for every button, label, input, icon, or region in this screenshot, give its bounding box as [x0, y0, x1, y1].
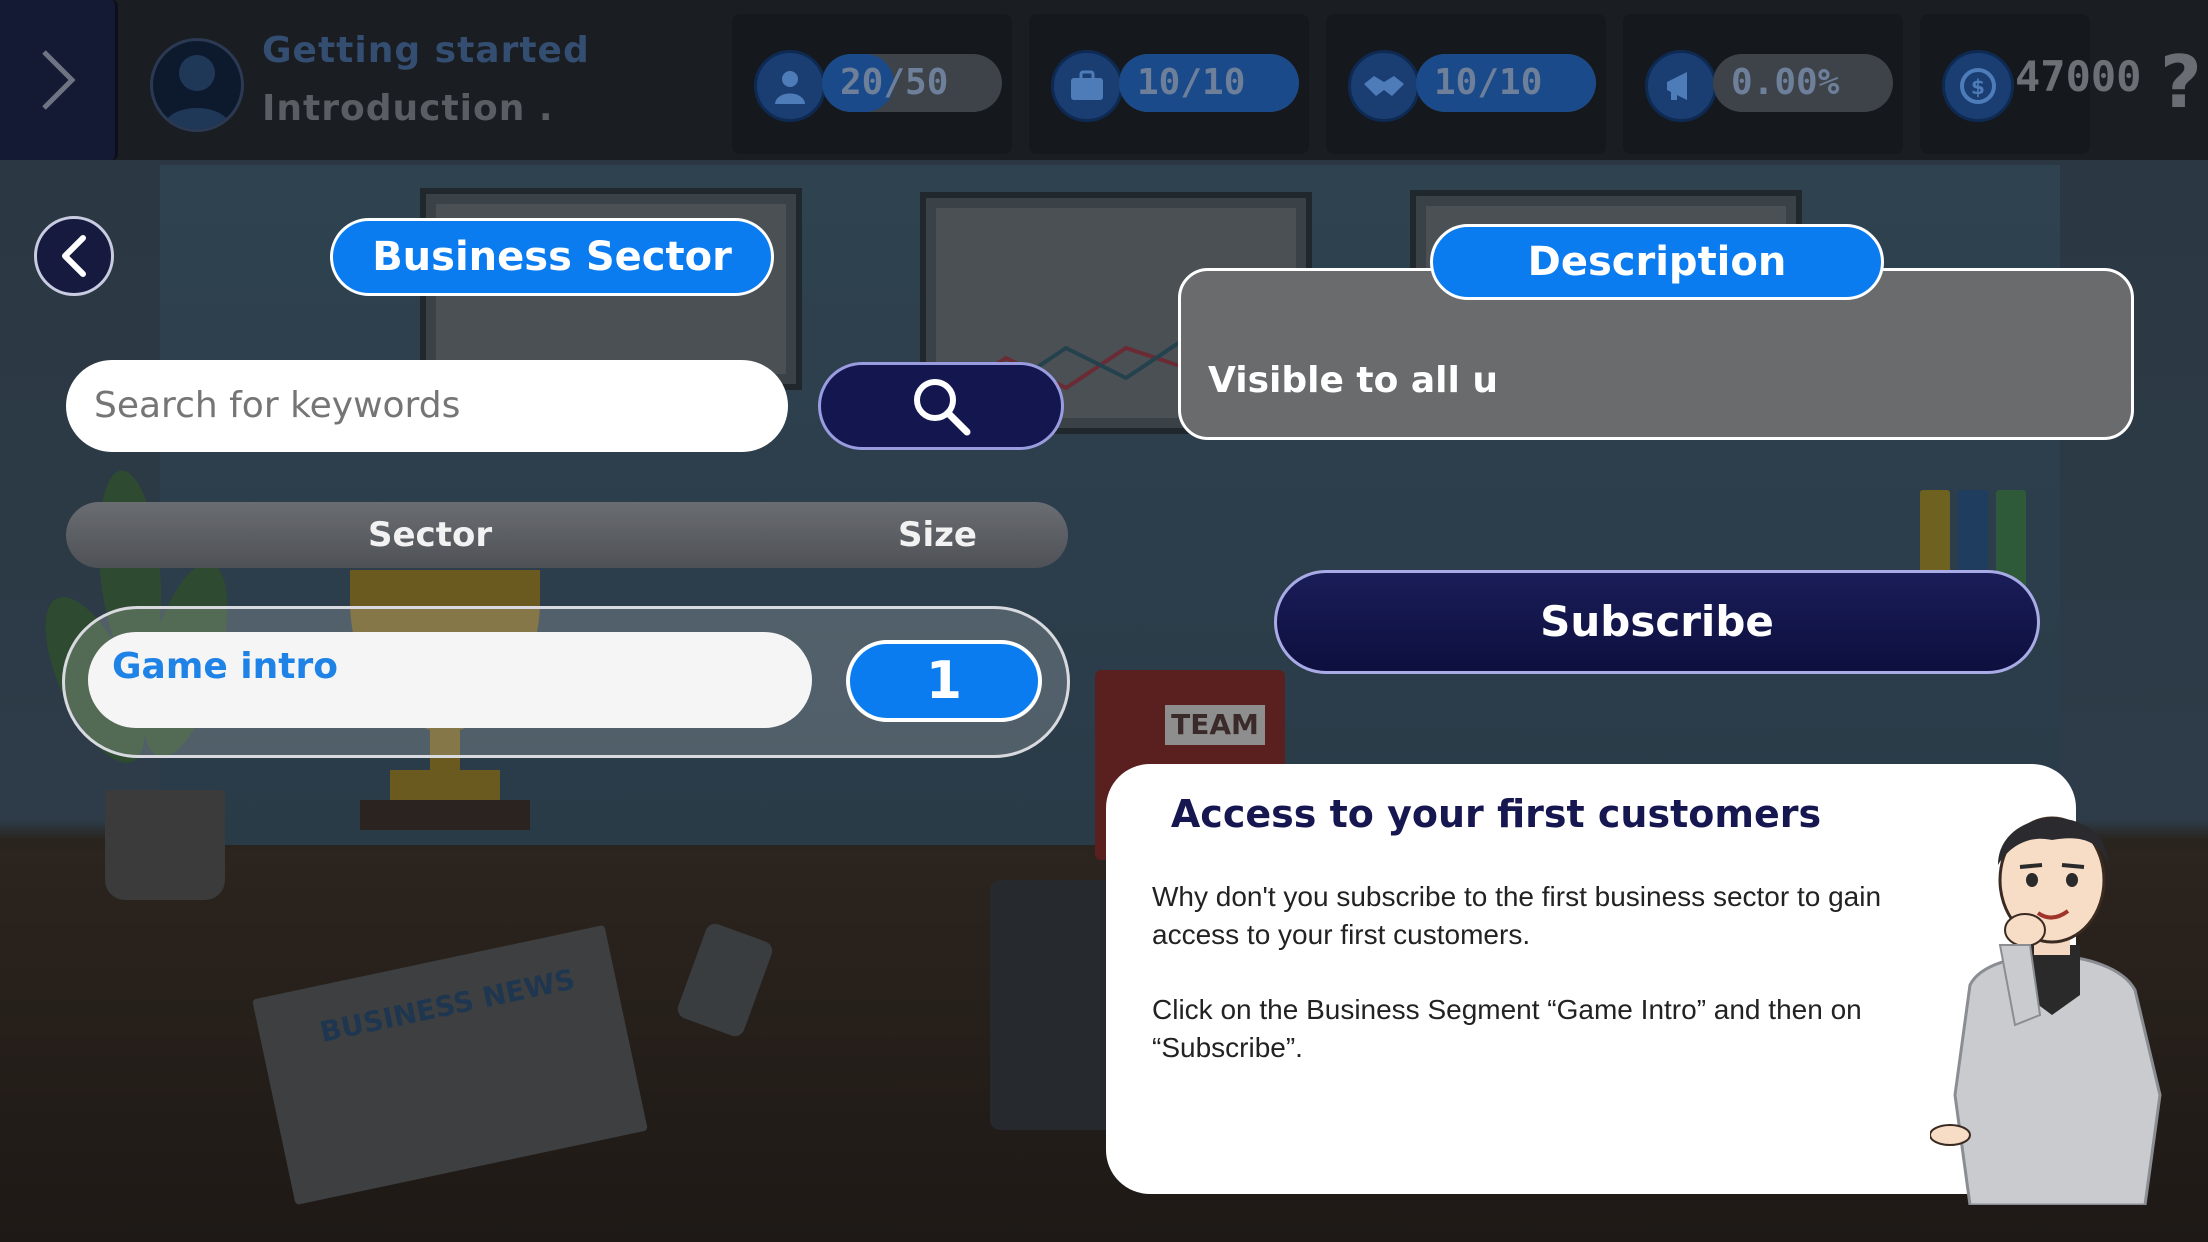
- coin-icon: $: [1942, 50, 2014, 122]
- employee-icon: [754, 50, 826, 122]
- level-title: Getting started: [262, 30, 590, 71]
- stat-value: 10/10: [1137, 62, 1246, 103]
- sector-name-game-intro[interactable]: Game intro: [88, 632, 812, 728]
- tutorial-paragraph-2: Click on the Business Segment “Game Intr…: [1152, 994, 1862, 1063]
- megaphone-icon: [1645, 50, 1717, 122]
- description-text: Visible to all u: [1208, 360, 1499, 401]
- chevron-left-icon: [62, 235, 86, 277]
- stat-projects: 10/10: [1029, 14, 1309, 154]
- sector-table-header: Sector Size: [66, 502, 1068, 568]
- menu-toggle-button[interactable]: [0, 0, 118, 160]
- briefcase-icon: [1051, 50, 1123, 122]
- subscribe-button[interactable]: Subscribe: [1274, 570, 2040, 674]
- search-button[interactable]: [818, 362, 1064, 450]
- stat-employees: 20/50: [732, 14, 1012, 154]
- stat-value: 20/50: [840, 62, 949, 103]
- stat-bar: 0.00%: [1713, 54, 1893, 112]
- stat-partners: 10/10: [1326, 14, 1606, 154]
- level-subtitle: Introduction .: [262, 88, 554, 129]
- sector-size-badge[interactable]: 1: [846, 640, 1042, 722]
- handshake-icon: [1348, 50, 1420, 122]
- mentor-character: [1930, 816, 2162, 1205]
- coins-value: 47000: [2015, 52, 2142, 101]
- search-input[interactable]: [66, 360, 788, 452]
- column-header-size[interactable]: Size: [898, 502, 977, 568]
- description-heading: Description: [1430, 224, 1884, 300]
- player-avatar: [150, 38, 244, 132]
- stat-bar: 10/10: [1416, 54, 1596, 112]
- user-silhouette-icon: [163, 55, 231, 129]
- stat-value: 10/10: [1434, 62, 1543, 103]
- svg-text:$: $: [1971, 75, 1985, 99]
- stat-marketing: 0.00%: [1623, 14, 1903, 154]
- stat-bar: 20/50: [822, 54, 1002, 112]
- back-button[interactable]: [34, 216, 114, 296]
- stat-bar: 10/10: [1119, 54, 1299, 112]
- plant-pot: [105, 790, 225, 900]
- tutorial-title: Access to your first customers: [1170, 792, 1822, 836]
- column-header-sector[interactable]: Sector: [368, 502, 492, 568]
- search-icon: [914, 379, 971, 436]
- stat-value: 0.00%: [1731, 62, 1840, 103]
- chevron-right-icon: [41, 50, 76, 110]
- tutorial-paragraph-1: Why don't you subscribe to the first bus…: [1152, 881, 1882, 950]
- help-icon[interactable]: ?: [2160, 40, 2202, 124]
- business-sector-heading: Business Sector: [330, 218, 774, 296]
- team-box-label: TEAM: [1165, 705, 1265, 745]
